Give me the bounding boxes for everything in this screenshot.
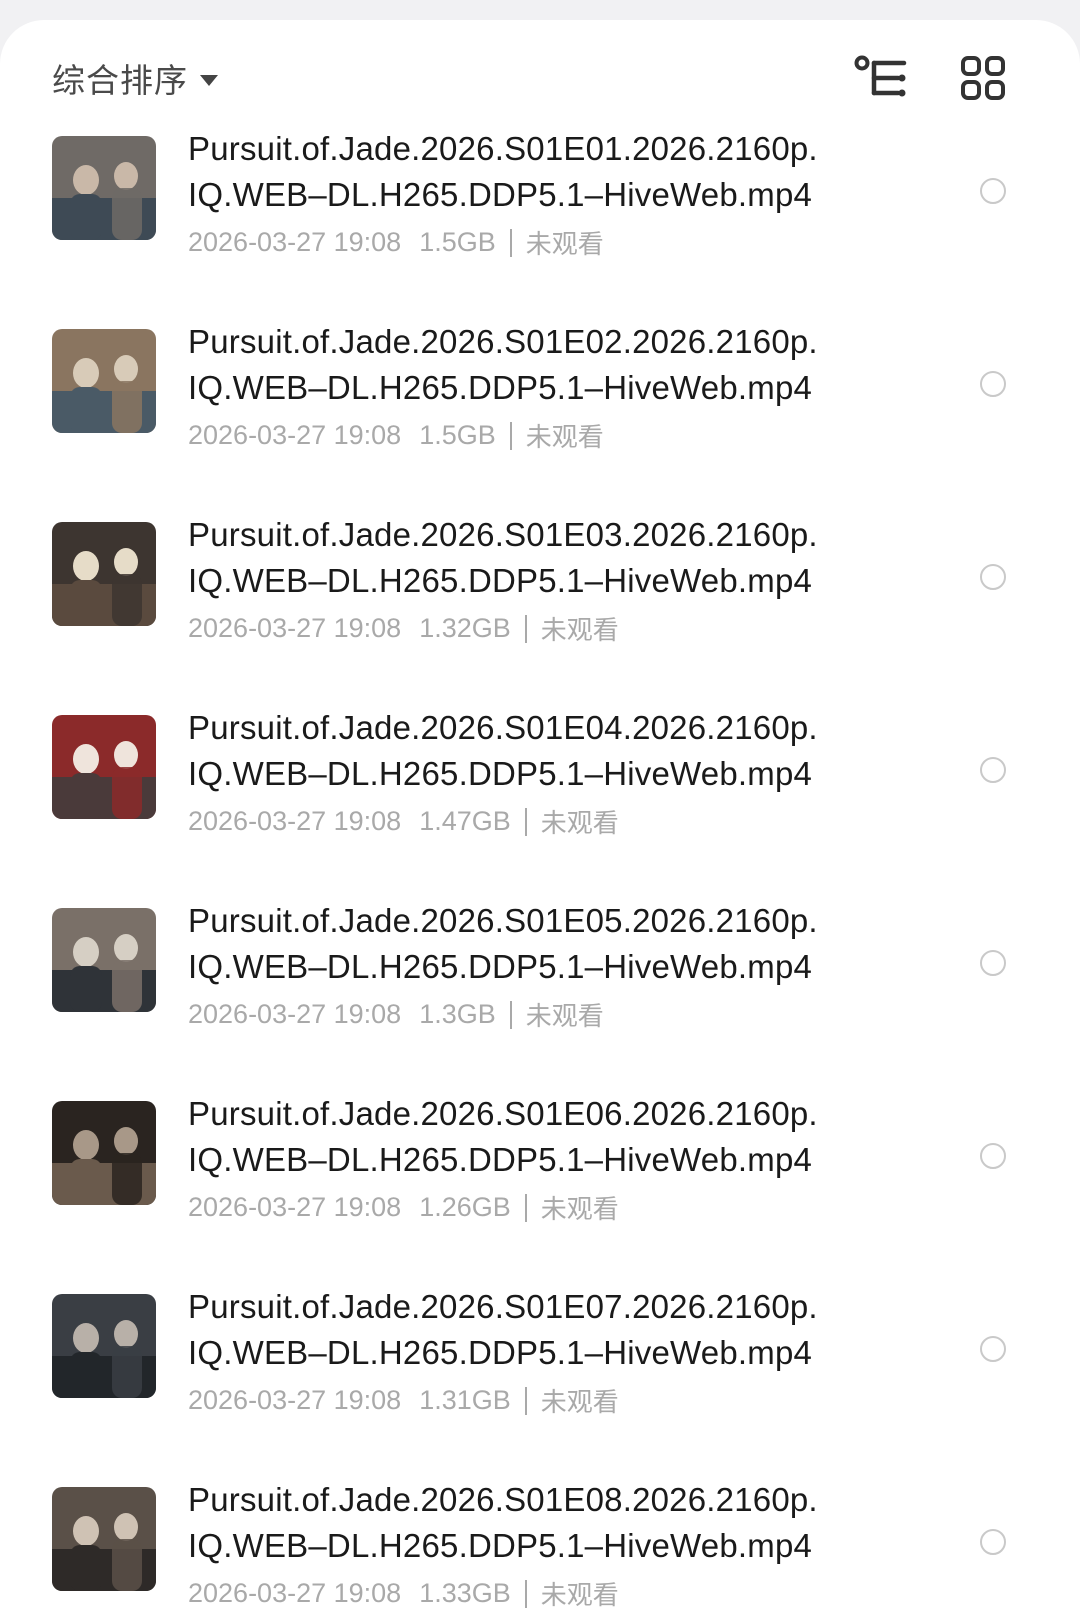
file-title-line2: IQ.WEB–DL.H265.DDP5.1–HiveWeb.mp4 xyxy=(188,1334,813,1371)
file-list-panel: 综合排序 Pursuit.of.Jade.2026.S01E01.2026.21… xyxy=(0,20,1080,1620)
watch-status: 未观看 xyxy=(540,809,619,839)
file-title-line2: IQ.WEB–DL.H265.DDP5.1–HiveWeb.mp4 xyxy=(188,1141,813,1178)
meta-divider xyxy=(509,228,512,257)
file-title-line1: Pursuit.of.Jade.2026.S01E05.2026.2160p. xyxy=(188,902,818,939)
file-size: 1.5GB xyxy=(419,227,496,257)
file-row[interactable]: Pursuit.of.Jade.2026.S01E03.2026.2160p. … xyxy=(0,516,1080,709)
video-thumbnail xyxy=(52,329,156,433)
meta-divider xyxy=(509,421,512,450)
tree-view-icon xyxy=(854,55,907,97)
watch-status: 未观看 xyxy=(525,230,604,260)
file-row[interactable]: Pursuit.of.Jade.2026.S01E02.2026.2160p. … xyxy=(0,323,1080,516)
file-list: Pursuit.of.Jade.2026.S01E01.2026.2160p. … xyxy=(0,130,1080,1620)
file-title-line2: IQ.WEB–DL.H265.DDP5.1–HiveWeb.mp4 xyxy=(188,755,813,792)
toolbar: 综合排序 xyxy=(0,20,1080,130)
video-thumbnail xyxy=(52,908,156,1012)
video-thumbnail xyxy=(52,1487,156,1591)
select-radio[interactable] xyxy=(980,950,1006,976)
select-radio[interactable] xyxy=(980,1529,1006,1555)
select-radio[interactable] xyxy=(980,1336,1006,1362)
meta-divider xyxy=(524,614,527,643)
select-radio[interactable] xyxy=(980,371,1006,397)
file-row[interactable]: Pursuit.of.Jade.2026.S01E08.2026.2160p. … xyxy=(0,1481,1080,1620)
meta-divider xyxy=(524,807,527,836)
file-row[interactable]: Pursuit.of.Jade.2026.S01E06.2026.2160p. … xyxy=(0,1095,1080,1288)
file-date: 2026-03-27 19:08 xyxy=(188,613,402,643)
file-title-line2: IQ.WEB–DL.H265.DDP5.1–HiveWeb.mp4 xyxy=(188,948,813,985)
meta-divider xyxy=(524,1386,527,1415)
file-size: 1.33GB xyxy=(419,1578,511,1608)
file-size: 1.32GB xyxy=(419,613,511,643)
file-date: 2026-03-27 19:08 xyxy=(188,806,402,836)
video-thumbnail xyxy=(52,136,156,240)
file-date: 2026-03-27 19:08 xyxy=(188,1578,402,1608)
select-radio[interactable] xyxy=(980,1143,1006,1169)
sort-dropdown[interactable]: 综合排序 xyxy=(52,54,218,102)
file-size: 1.3GB xyxy=(419,999,496,1029)
video-thumbnail xyxy=(52,1101,156,1205)
file-size: 1.5GB xyxy=(419,420,496,450)
tree-view-button[interactable] xyxy=(851,50,911,106)
file-meta: 2026-03-27 19:08 1.26GB 未观看 xyxy=(188,1189,619,1226)
file-row[interactable]: Pursuit.of.Jade.2026.S01E01.2026.2160p. … xyxy=(0,130,1080,323)
file-title-line1: Pursuit.of.Jade.2026.S01E08.2026.2160p. xyxy=(188,1481,818,1518)
file-meta: 2026-03-27 19:08 1.5GB 未观看 xyxy=(188,417,604,454)
grid-view-icon xyxy=(961,56,1005,100)
meta-divider xyxy=(524,1193,527,1222)
file-date: 2026-03-27 19:08 xyxy=(188,227,402,257)
video-thumbnail xyxy=(52,522,156,626)
file-meta: 2026-03-27 19:08 1.33GB 未观看 xyxy=(188,1575,619,1612)
file-size: 1.47GB xyxy=(419,806,511,836)
file-row[interactable]: Pursuit.of.Jade.2026.S01E05.2026.2160p. … xyxy=(0,902,1080,1095)
file-size: 1.31GB xyxy=(419,1385,511,1415)
file-date: 2026-03-27 19:08 xyxy=(188,999,402,1029)
file-title-line1: Pursuit.of.Jade.2026.S01E04.2026.2160p. xyxy=(188,709,818,746)
file-meta: 2026-03-27 19:08 1.47GB 未观看 xyxy=(188,803,619,840)
caret-down-icon xyxy=(200,74,218,86)
file-meta: 2026-03-27 19:08 1.31GB 未观看 xyxy=(188,1382,619,1419)
file-meta: 2026-03-27 19:08 1.5GB 未观看 xyxy=(188,224,604,261)
file-meta: 2026-03-27 19:08 1.3GB 未观看 xyxy=(188,996,604,1033)
watch-status: 未观看 xyxy=(540,1195,619,1225)
file-size: 1.26GB xyxy=(419,1192,511,1222)
select-radio[interactable] xyxy=(980,178,1006,204)
file-title-line2: IQ.WEB–DL.H265.DDP5.1–HiveWeb.mp4 xyxy=(188,1527,813,1564)
watch-status: 未观看 xyxy=(540,1388,619,1418)
file-title-line1: Pursuit.of.Jade.2026.S01E06.2026.2160p. xyxy=(188,1095,818,1132)
watch-status: 未观看 xyxy=(540,616,619,646)
file-title-line1: Pursuit.of.Jade.2026.S01E03.2026.2160p. xyxy=(188,516,818,553)
file-title-line2: IQ.WEB–DL.H265.DDP5.1–HiveWeb.mp4 xyxy=(188,176,813,213)
file-date: 2026-03-27 19:08 xyxy=(188,1385,402,1415)
file-date: 2026-03-27 19:08 xyxy=(188,1192,402,1222)
file-title-line1: Pursuit.of.Jade.2026.S01E07.2026.2160p. xyxy=(188,1288,818,1325)
watch-status: 未观看 xyxy=(525,1002,604,1032)
select-radio[interactable] xyxy=(980,757,1006,783)
select-radio[interactable] xyxy=(980,564,1006,590)
file-date: 2026-03-27 19:08 xyxy=(188,420,402,450)
file-title-line2: IQ.WEB–DL.H265.DDP5.1–HiveWeb.mp4 xyxy=(188,369,813,406)
meta-divider xyxy=(509,1000,512,1029)
file-meta: 2026-03-27 19:08 1.32GB 未观看 xyxy=(188,610,619,647)
file-row[interactable]: Pursuit.of.Jade.2026.S01E07.2026.2160p. … xyxy=(0,1288,1080,1481)
file-row[interactable]: Pursuit.of.Jade.2026.S01E04.2026.2160p. … xyxy=(0,709,1080,902)
watch-status: 未观看 xyxy=(540,1581,619,1611)
watch-status: 未观看 xyxy=(525,423,604,453)
meta-divider xyxy=(524,1579,527,1608)
sort-label: 综合排序 xyxy=(52,61,188,100)
file-title-line2: IQ.WEB–DL.H265.DDP5.1–HiveWeb.mp4 xyxy=(188,562,813,599)
file-title-line1: Pursuit.of.Jade.2026.S01E02.2026.2160p. xyxy=(188,323,818,360)
video-thumbnail xyxy=(52,715,156,819)
grid-view-button[interactable] xyxy=(953,50,1013,106)
video-thumbnail xyxy=(52,1294,156,1398)
file-title-line1: Pursuit.of.Jade.2026.S01E01.2026.2160p. xyxy=(188,130,818,167)
